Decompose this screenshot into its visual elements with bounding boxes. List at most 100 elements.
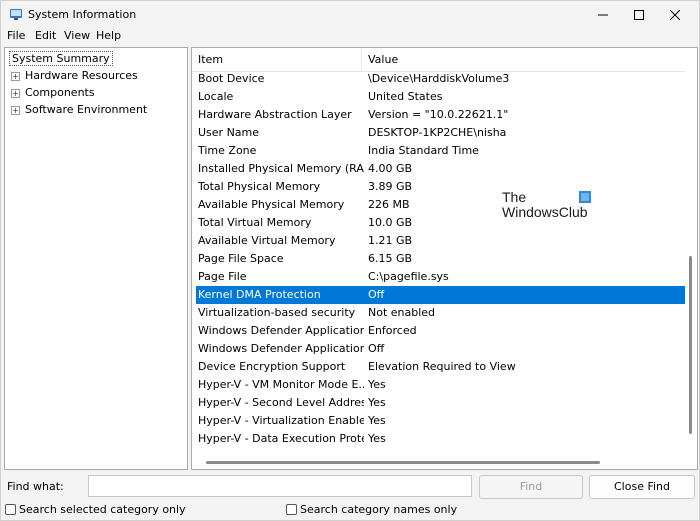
tree-item-hardware-resources[interactable]: Hardware Resources bbox=[25, 69, 138, 82]
row-item: Total Virtual Memory bbox=[198, 216, 312, 229]
table-row[interactable]: Boot Device \Device\HarddiskVolume3 bbox=[196, 70, 685, 88]
maximize-button[interactable] bbox=[623, 1, 655, 29]
row-item: Windows Defender Application... bbox=[198, 342, 364, 355]
table-row[interactable]: Total Physical Memory 3.89 GB bbox=[196, 178, 685, 196]
row-value: Yes bbox=[368, 396, 386, 409]
table-row[interactable]: Windows Defender Application... Off bbox=[196, 340, 685, 358]
table-row[interactable]: Hyper-V - Second Level Addres... Yes bbox=[196, 394, 685, 412]
find-button[interactable]: Find bbox=[479, 475, 583, 499]
row-item: Time Zone bbox=[198, 144, 257, 157]
row-item: Hyper-V - VM Monitor Mode E... bbox=[198, 378, 364, 391]
row-value: India Standard Time bbox=[368, 144, 479, 157]
row-value: Not enabled bbox=[368, 306, 436, 319]
expand-icon[interactable]: + bbox=[11, 72, 20, 81]
tree-item-software-environment[interactable]: Software Environment bbox=[25, 103, 147, 116]
menu-edit[interactable]: Edit bbox=[35, 29, 56, 42]
checkbox-box[interactable] bbox=[286, 504, 297, 515]
row-item: Virtualization-based security bbox=[198, 306, 356, 319]
search-selected-category-label: Search selected category only bbox=[19, 503, 186, 516]
details-list[interactable]: Item Value Boot Device \Device\HarddiskVo… bbox=[191, 47, 698, 470]
row-value: 6.15 GB bbox=[368, 252, 413, 265]
row-item: Available Physical Memory bbox=[198, 198, 345, 211]
window-title: System Information bbox=[28, 8, 137, 21]
watermark-line-1: The bbox=[502, 189, 591, 205]
table-row[interactable]: Available Virtual Memory 1.21 GB bbox=[196, 232, 685, 250]
row-item: Boot Device bbox=[198, 72, 265, 85]
row-item: Hyper-V - Second Level Addres... bbox=[198, 396, 364, 409]
watermark-logo: The WindowsClub bbox=[502, 189, 591, 220]
table-row[interactable]: Hyper-V - Virtualization Enable... Yes bbox=[196, 412, 685, 430]
table-row[interactable]: Hyper-V - VM Monitor Mode E... Yes bbox=[196, 376, 685, 394]
row-item: Windows Defender Application... bbox=[198, 324, 364, 337]
row-value: Yes bbox=[368, 414, 386, 427]
menu-view[interactable]: View bbox=[64, 29, 90, 42]
find-what-input[interactable] bbox=[88, 475, 472, 497]
row-value: Version = "10.0.22621.1" bbox=[368, 108, 509, 121]
row-item: Available Virtual Memory bbox=[198, 234, 336, 247]
table-row[interactable]: Hyper-V - Data Execution Prote... Yes bbox=[196, 430, 685, 448]
menu-bar: File Edit View Help bbox=[1, 29, 699, 46]
search-category-names-label: Search category names only bbox=[300, 503, 458, 516]
close-button[interactable] bbox=[659, 1, 691, 29]
row-value: United States bbox=[368, 90, 443, 103]
tree-item-system-summary[interactable]: System Summary bbox=[9, 51, 113, 66]
expand-icon[interactable]: + bbox=[11, 89, 20, 98]
checkbox-box[interactable] bbox=[5, 504, 16, 515]
table-row[interactable]: Locale United States bbox=[196, 88, 685, 106]
row-value: Off bbox=[368, 342, 385, 355]
menu-file[interactable]: File bbox=[7, 29, 25, 42]
vertical-scrollbar[interactable] bbox=[685, 48, 697, 455]
column-header-item[interactable]: Item bbox=[192, 48, 362, 72]
table-row-selected[interactable]: Kernel DMA Protection Off bbox=[196, 286, 685, 304]
row-value: 1.21 GB bbox=[368, 234, 413, 247]
windowsclub-logo-icon bbox=[579, 191, 591, 203]
table-row[interactable]: Available Physical Memory 226 MB bbox=[196, 196, 685, 214]
menu-help[interactable]: Help bbox=[96, 29, 121, 42]
row-value: C:\pagefile.sys bbox=[368, 270, 449, 283]
vertical-scrollbar-thumb[interactable] bbox=[689, 256, 692, 434]
row-item: Total Physical Memory bbox=[198, 180, 321, 193]
minimize-button[interactable] bbox=[587, 1, 619, 29]
row-value: DESKTOP-1KP2CHE\nisha bbox=[368, 126, 507, 139]
row-item: Page File bbox=[198, 270, 247, 283]
table-row[interactable]: Page File Space 6.15 GB bbox=[196, 250, 685, 268]
category-tree[interactable]: System Summary + Hardware Resources + Co… bbox=[4, 47, 188, 470]
horizontal-scrollbar[interactable] bbox=[192, 455, 685, 469]
system-information-app-icon bbox=[10, 9, 22, 20]
tree-item-components[interactable]: Components bbox=[25, 86, 95, 99]
watermark-text-the: The bbox=[502, 189, 527, 205]
table-row[interactable]: Windows Defender Application... Enforced bbox=[196, 322, 685, 340]
minimize-icon bbox=[598, 14, 608, 16]
row-value: Off bbox=[368, 288, 385, 301]
search-category-names-checkbox[interactable]: Search category names only bbox=[286, 503, 457, 516]
close-find-button[interactable]: Close Find bbox=[589, 475, 695, 499]
search-selected-category-checkbox[interactable]: Search selected category only bbox=[5, 503, 186, 516]
maximize-icon bbox=[634, 10, 644, 20]
expand-icon[interactable]: + bbox=[11, 106, 20, 115]
table-row[interactable]: Virtualization-based security Not enabled bbox=[196, 304, 685, 322]
row-item: Page File Space bbox=[198, 252, 284, 265]
row-item: Device Encryption Support bbox=[198, 360, 346, 373]
table-row[interactable]: Device Encryption Support Elevation Requi… bbox=[196, 358, 685, 376]
table-row[interactable]: Page File C:\pagefile.sys bbox=[196, 268, 685, 286]
horizontal-scrollbar-thumb[interactable] bbox=[206, 461, 600, 464]
row-item: Installed Physical Memory (RAM) bbox=[198, 162, 364, 175]
row-item: Hyper-V - Data Execution Prote... bbox=[198, 432, 364, 445]
row-item: Locale bbox=[198, 90, 234, 103]
table-row[interactable]: Installed Physical Memory (RAM) 4.00 GB bbox=[196, 160, 685, 178]
row-value: Elevation Required to View bbox=[368, 360, 516, 373]
find-what-label: Find what: bbox=[7, 480, 64, 493]
close-icon bbox=[670, 10, 680, 20]
row-value: Enforced bbox=[368, 324, 417, 337]
table-row[interactable]: Total Virtual Memory 10.0 GB bbox=[196, 214, 685, 232]
title-bar: System Information bbox=[1, 1, 699, 29]
table-row[interactable]: Time Zone India Standard Time bbox=[196, 142, 685, 160]
row-item: Kernel DMA Protection bbox=[198, 288, 321, 301]
table-row[interactable]: Hardware Abstraction Layer Version = "10.… bbox=[196, 106, 685, 124]
column-header-value[interactable]: Value bbox=[362, 48, 685, 72]
row-value: Yes bbox=[368, 432, 386, 445]
table-row[interactable]: User Name DESKTOP-1KP2CHE\nisha bbox=[196, 124, 685, 142]
row-item: User Name bbox=[198, 126, 260, 139]
system-information-window: System Information File Edit View Help S… bbox=[0, 0, 700, 521]
row-item: Hyper-V - Virtualization Enable... bbox=[198, 414, 364, 427]
